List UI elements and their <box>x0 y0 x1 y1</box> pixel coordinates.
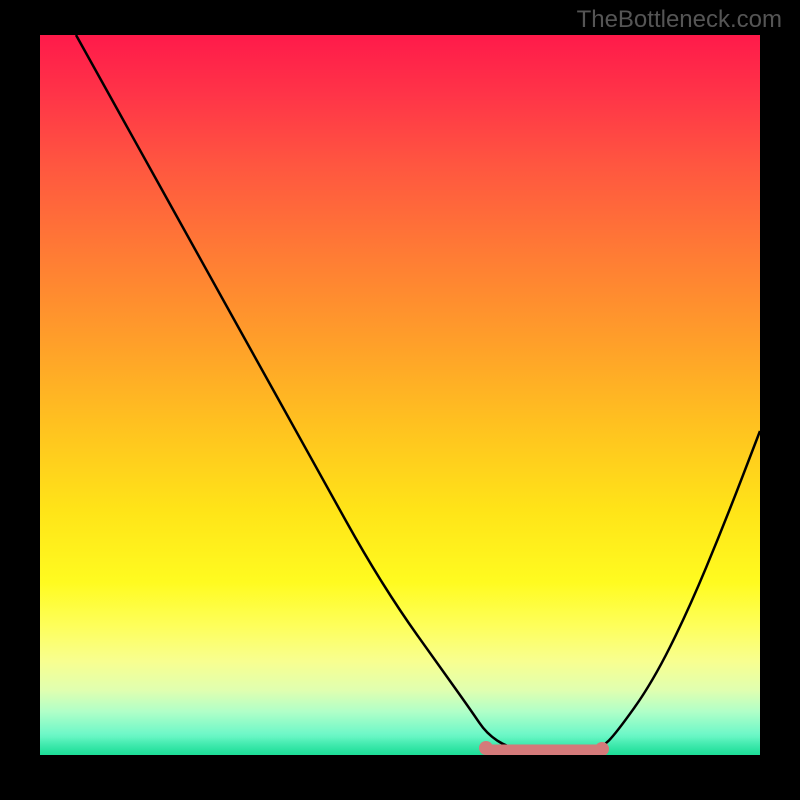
plot-area <box>40 35 760 755</box>
watermark-text: TheBottleneck.com <box>577 6 782 34</box>
optimal-range-bar <box>486 745 601 755</box>
bottleneck-curve <box>40 35 760 755</box>
optimal-marker <box>479 741 493 755</box>
optimal-marker <box>595 742 609 755</box>
